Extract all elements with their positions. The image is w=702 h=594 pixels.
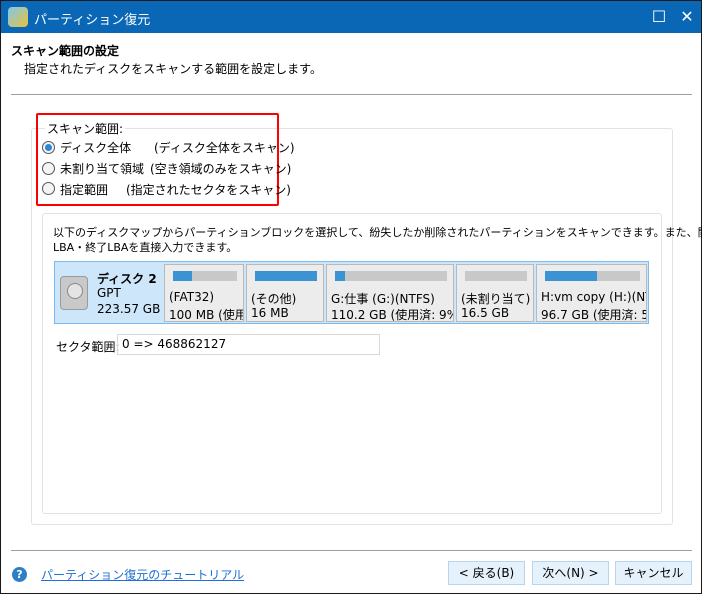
option-label[interactable]: 指定範囲	[60, 181, 108, 198]
close-button[interactable]: ✕	[677, 7, 697, 27]
usage-fill	[545, 271, 598, 281]
disk-info[interactable]: ディスク 2 GPT 223.57 GB	[55, 262, 162, 323]
instructions-line1: 以下のディスクマップからパーティションブロックを選択して、紛失したか削除されたパ…	[53, 226, 702, 239]
partition-block[interactable]: (未割り当て) 16.5 GB	[456, 264, 534, 322]
window-title: パーティション復元	[34, 13, 151, 28]
help-icon[interactable]: ?	[12, 567, 27, 582]
title-bar: パーティション復元 ☐ ✕	[1, 1, 701, 33]
usage-bar	[255, 271, 317, 281]
disk-name: ディスク 2	[97, 272, 157, 286]
usage-fill	[335, 271, 346, 281]
partition-size: 96.7 GB (使用済: 55%)	[541, 308, 646, 322]
partition-size: 100 MB (使用	[169, 308, 244, 322]
partition-size: 110.2 GB (使用済: 9%)	[331, 308, 454, 322]
usage-bar	[173, 271, 237, 281]
option-label[interactable]: ディスク全体	[60, 139, 131, 156]
partition-block[interactable]: (その他) 16 MB	[246, 264, 324, 322]
radio-whole-disk[interactable]	[42, 141, 55, 154]
option-desc: (指定されたセクタをスキャン)	[126, 183, 291, 197]
app-icon	[8, 7, 28, 27]
usage-bar	[545, 271, 640, 281]
partition-label: (その他)	[251, 292, 297, 306]
divider	[11, 94, 692, 95]
scan-range-label: スキャン範囲:	[45, 120, 126, 137]
disk-map[interactable]: ディスク 2 GPT 223.57 GB (FAT32) 100 MB (使用 (そ…	[54, 261, 649, 324]
partition-block[interactable]: G:仕事 (G:)(NTFS) 110.2 GB (使用済: 9%)	[326, 264, 454, 322]
usage-bar	[335, 271, 447, 281]
divider	[11, 550, 692, 551]
page-title: スキャン範囲の設定	[11, 44, 120, 58]
usage-fill	[173, 271, 193, 281]
disk-map-panel	[42, 213, 662, 514]
partition-recovery-window: パーティション復元 ☐ ✕ スキャン範囲の設定 指定されたディスクをスキャンする…	[0, 0, 702, 594]
hard-disk-icon	[60, 276, 88, 310]
usage-fill	[255, 271, 317, 281]
sector-range-input[interactable]: 0 => 468862127	[117, 334, 380, 355]
partition-label: (FAT32)	[169, 290, 215, 304]
disk-size: 223.57 GB	[97, 302, 161, 316]
option-label[interactable]: 未割り当て領域	[60, 160, 144, 177]
back-button[interactable]: < 戻る(B)	[448, 561, 525, 585]
instructions-line2: LBA・終了LBAを直接入力できます。	[53, 241, 238, 254]
next-button[interactable]: 次へ(N) >	[532, 561, 609, 585]
partition-label: G:仕事 (G:)(NTFS)	[331, 292, 435, 306]
partition-block[interactable]: H:vm copy (H:)(NTFS) 96.7 GB (使用済: 55%)	[536, 264, 647, 322]
partition-block[interactable]: (FAT32) 100 MB (使用	[164, 264, 244, 322]
radio-unallocated[interactable]	[42, 162, 55, 175]
cancel-button[interactable]: キャンセル	[615, 561, 692, 585]
disk-type: GPT	[97, 286, 121, 300]
partition-label: H:vm copy (H:)(NTFS)	[541, 290, 646, 304]
maximize-button[interactable]: ☐	[649, 7, 669, 27]
partition-label: (未割り当て)	[461, 292, 531, 306]
option-desc: (ディスク全体をスキャン)	[154, 141, 295, 155]
usage-bar	[465, 271, 527, 281]
page-subtitle: 指定されたディスクをスキャンする範囲を設定します。	[24, 62, 322, 76]
radio-specified-range[interactable]	[42, 182, 55, 195]
sector-range-label: セクタ範囲:	[56, 340, 120, 354]
option-desc: (空き領域のみをスキャン)	[150, 162, 292, 176]
tutorial-link[interactable]: パーティション復元のチュートリアル	[41, 566, 244, 583]
partition-size: 16 MB	[251, 306, 289, 320]
partition-size: 16.5 GB	[461, 306, 510, 320]
